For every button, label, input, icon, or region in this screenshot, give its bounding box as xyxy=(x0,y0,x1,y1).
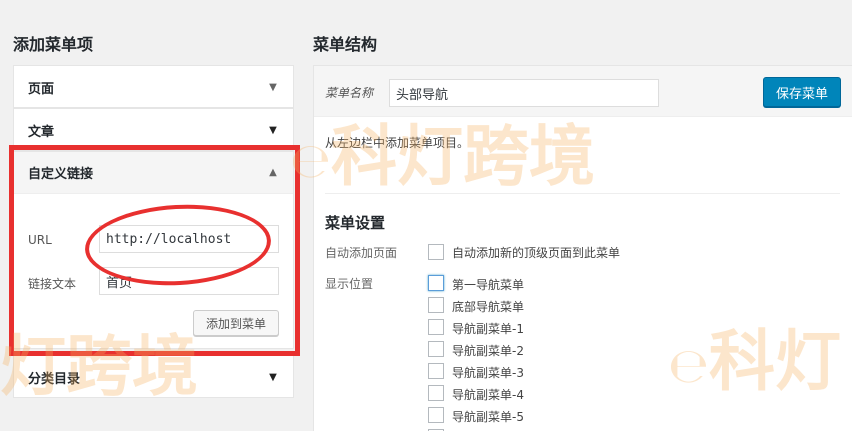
accordion-posts-label: 文章 xyxy=(28,124,55,140)
accordion-categories-label: 分类目录 xyxy=(28,371,81,387)
save-menu-button[interactable]: 保存菜单 xyxy=(763,77,841,107)
location-label-0: 第一导航菜单 xyxy=(452,278,525,292)
add-items-hint: 从左边栏中添加菜单项目。 xyxy=(325,136,470,150)
menu-structure-panel: 菜单名称 头部导航 保存菜单 从左边栏中添加菜单项目。 菜单设置 自动添加页面 … xyxy=(313,65,852,431)
location-checkbox-6[interactable] xyxy=(428,407,444,423)
menu-settings-heading: 菜单设置 xyxy=(325,214,386,232)
location-checkbox-4[interactable] xyxy=(428,363,444,379)
menu-header-bar: 菜单名称 头部导航 保存菜单 xyxy=(314,66,852,117)
menu-name-input[interactable]: 头部导航 xyxy=(389,79,659,107)
menu-name-label: 菜单名称 xyxy=(325,86,374,100)
accordion-pages[interactable]: 页面 ▼ xyxy=(13,65,294,108)
accordion-categories[interactable]: 分类目录 ▼ xyxy=(13,355,294,398)
auto-add-option-label: 自动添加新的顶级页面到此菜单 xyxy=(452,246,621,260)
triangle-down-icon[interactable]: ▼ xyxy=(267,372,279,383)
location-label-2: 导航副菜单-1 xyxy=(452,322,524,336)
add-menu-items-heading: 添加菜单项 xyxy=(13,35,94,54)
location-label-3: 导航副菜单-2 xyxy=(452,344,524,358)
triangle-down-icon[interactable]: ▼ xyxy=(267,125,279,136)
accordion-pages-header[interactable]: 页面 ▼ xyxy=(14,66,293,108)
auto-add-checkbox[interactable] xyxy=(428,244,444,260)
auto-add-pages-label: 自动添加页面 xyxy=(325,246,398,260)
location-checkbox-0[interactable] xyxy=(428,275,444,291)
location-label-1: 底部导航菜单 xyxy=(452,300,525,314)
divider xyxy=(325,193,840,194)
location-label-5: 导航副菜单-4 xyxy=(452,388,524,402)
location-label-6: 导航副菜单-5 xyxy=(452,410,524,424)
accordion-pages-label: 页面 xyxy=(28,81,55,97)
location-checkbox-5[interactable] xyxy=(428,385,444,401)
location-checkbox-3[interactable] xyxy=(428,341,444,357)
display-location-label: 显示位置 xyxy=(325,277,374,291)
location-checkbox-1[interactable] xyxy=(428,297,444,313)
triangle-down-icon[interactable]: ▼ xyxy=(267,82,279,93)
accordion-categories-header[interactable]: 分类目录 ▼ xyxy=(14,356,293,398)
location-checkbox-2[interactable] xyxy=(428,319,444,335)
location-label-4: 导航副菜单-3 xyxy=(452,366,524,380)
menu-structure-heading: 菜单结构 xyxy=(313,35,378,54)
